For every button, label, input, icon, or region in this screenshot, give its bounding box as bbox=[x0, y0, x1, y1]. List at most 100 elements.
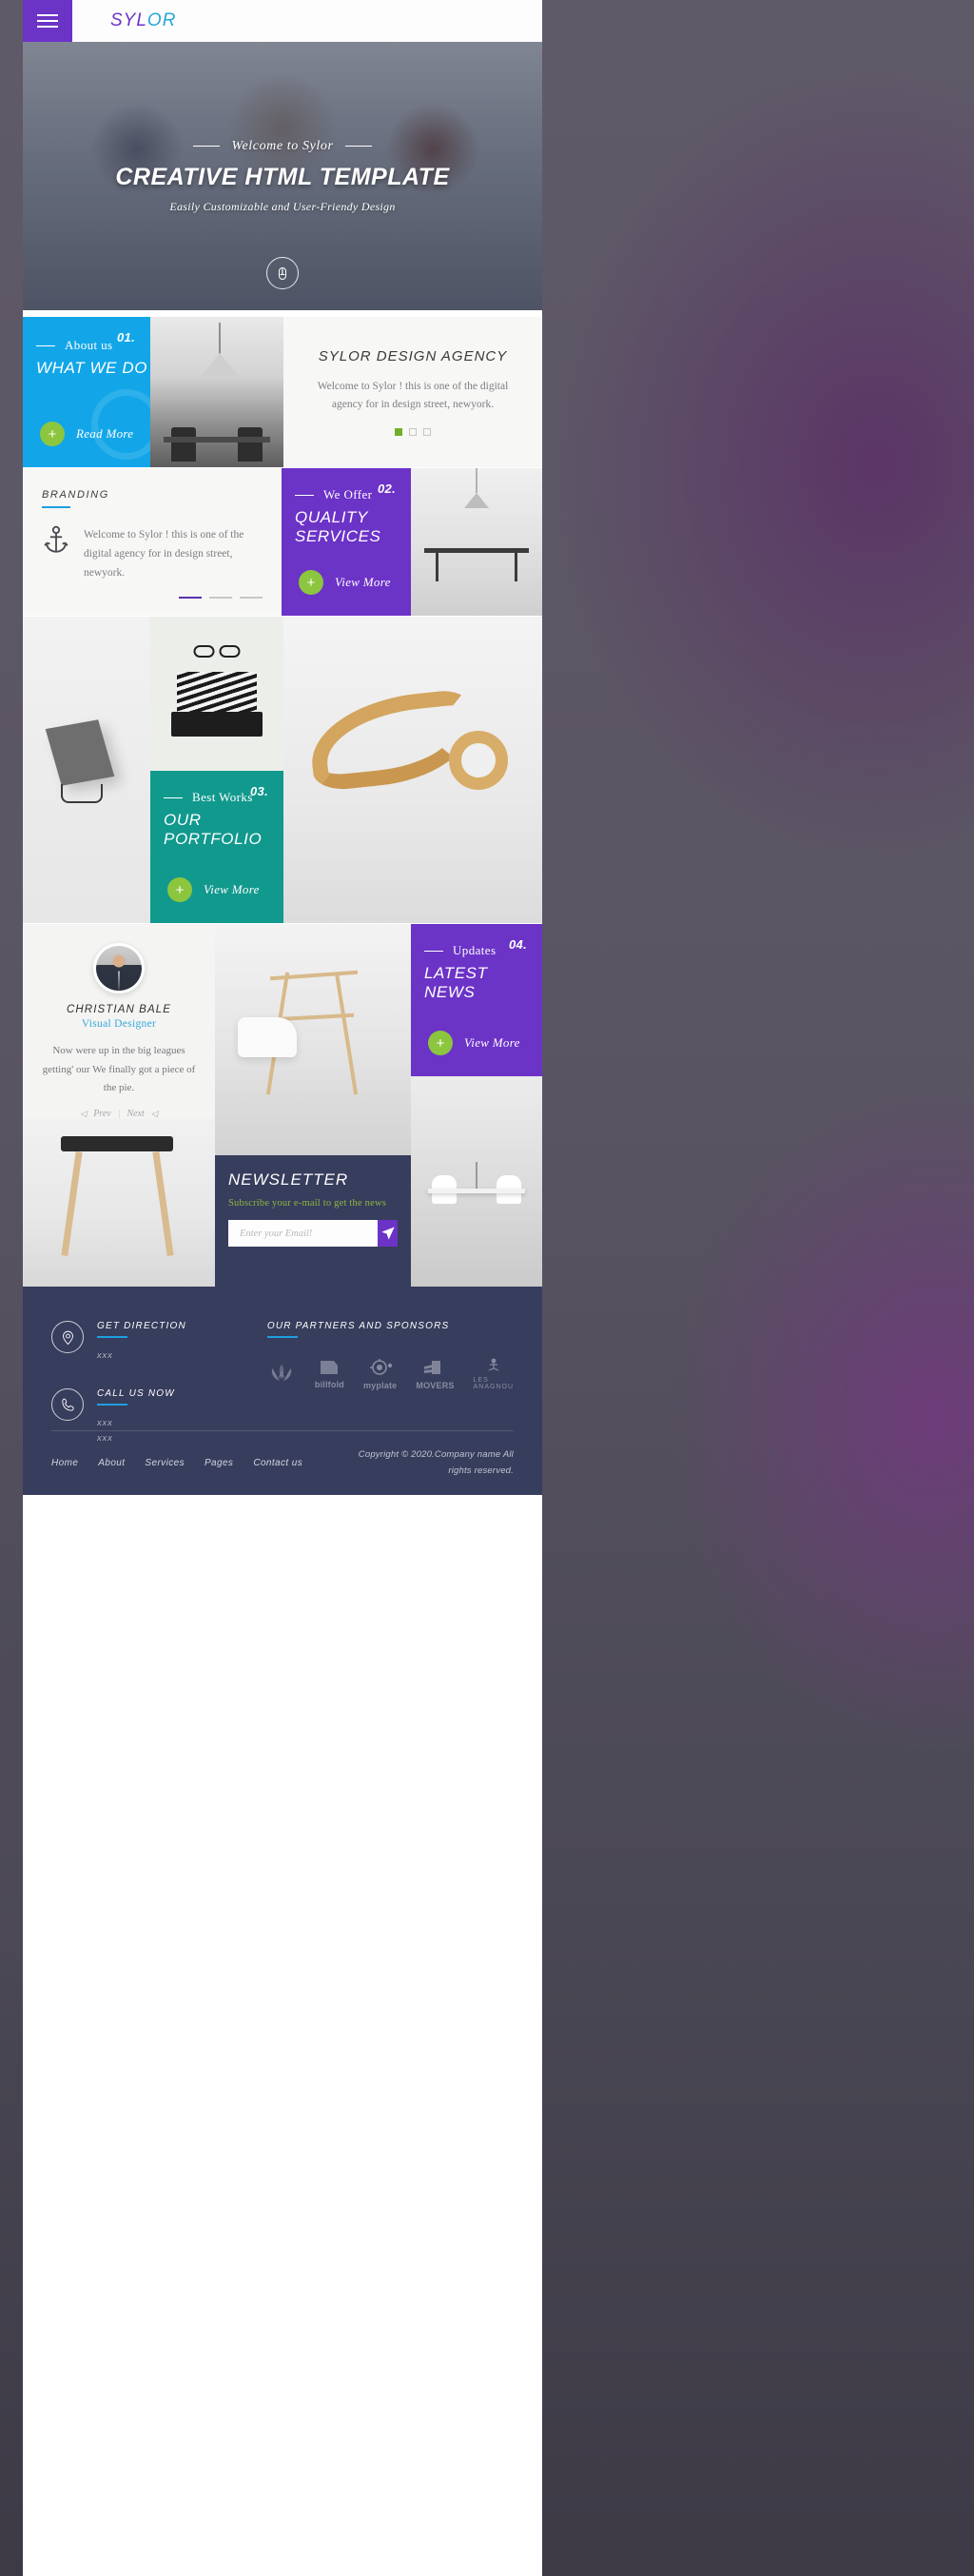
newsletter-section: NEWSLETTER Subscribe your e-mail to get … bbox=[215, 1155, 411, 1287]
get-direction-heading: GET DIRECTION bbox=[97, 1321, 186, 1331]
call-us-heading: CALL US NOW bbox=[97, 1388, 175, 1400]
get-direction-block: GET DIRECTION xxx bbox=[51, 1321, 233, 1364]
hero-subtitle: Easily Customizable and User-Friendy Des… bbox=[169, 199, 396, 213]
prev-arrow-icon[interactable]: ◁ bbox=[80, 1109, 87, 1119]
portfolio-category-label: Best Works bbox=[192, 790, 253, 804]
agency-intro-card: SYLOR DESIGN AGENCY Welcome to Sylor ! t… bbox=[283, 317, 542, 467]
phone-button[interactable] bbox=[51, 1388, 84, 1422]
portfolio-photo-2 bbox=[150, 617, 283, 771]
testimonial-card: CHRISTIAN BALE Visual Designer Now were … bbox=[23, 924, 215, 1119]
news-photo-2 bbox=[411, 1076, 542, 1287]
next-button[interactable]: Next bbox=[127, 1109, 144, 1119]
plus-icon: + bbox=[428, 1031, 453, 1055]
portfolio-title: OUR PORTFOLIO bbox=[164, 811, 263, 848]
branding-text: Welcome to Sylor ! this is one of the di… bbox=[84, 529, 244, 580]
get-direction-value: xxx bbox=[97, 1350, 113, 1361]
location-pin-icon bbox=[62, 1330, 73, 1345]
les-anagnou-label: LES ANAGNOU bbox=[473, 1377, 515, 1390]
news-view-more-button[interactable]: + View More bbox=[428, 1031, 520, 1055]
site-logo[interactable]: SYL OR bbox=[72, 0, 176, 42]
next-arrow-icon[interactable]: ◁ bbox=[151, 1109, 158, 1119]
about-category-label: About us bbox=[65, 338, 113, 352]
call-value-1: xxx bbox=[97, 1418, 113, 1429]
myplate-label: myplate bbox=[362, 1381, 398, 1390]
scroll-down-button[interactable] bbox=[266, 257, 299, 289]
mouse-scroll-icon bbox=[279, 266, 286, 280]
hero-kicker: Welcome to Sylor bbox=[193, 138, 372, 154]
heading-underline bbox=[97, 1336, 127, 1338]
footer-nav: Home About Services Pages Contact us bbox=[51, 1458, 302, 1468]
partner-logos: A billfold myplate MOVERS LES ANAGNOU bbox=[267, 1357, 514, 1390]
newsletter-submit-button[interactable] bbox=[378, 1220, 398, 1247]
carousel-dot-2[interactable] bbox=[409, 428, 417, 437]
logo-text-secondary: OR bbox=[146, 10, 177, 30]
chair-photo bbox=[23, 1119, 215, 1287]
testimonial-role: Visual Designer bbox=[81, 1018, 157, 1031]
hamburger-icon bbox=[37, 10, 58, 31]
site-footer: GET DIRECTION xxx CALL US NOW xxx xxx OU… bbox=[23, 1287, 542, 1495]
news-photo-1 bbox=[215, 924, 411, 1155]
testimonial-navigation: ◁ Prev | Next ◁ bbox=[80, 1109, 157, 1119]
agency-title: SYLOR DESIGN AGENCY bbox=[318, 347, 508, 364]
newsletter-subtitle: Subscribe your e-mail to get the news bbox=[228, 1198, 387, 1209]
paper-plane-icon bbox=[380, 1227, 395, 1240]
about-read-more-button[interactable]: + Read More bbox=[40, 422, 133, 446]
branding-underline bbox=[42, 506, 70, 508]
footer-link-services[interactable]: Services bbox=[145, 1458, 185, 1468]
prev-button[interactable]: Prev bbox=[93, 1109, 111, 1119]
carousel-dot-1[interactable] bbox=[395, 428, 402, 437]
services-interior-photo bbox=[411, 468, 542, 616]
slider-bar-1[interactable] bbox=[179, 597, 202, 599]
about-card: About us WHAT WE DO 01. + Read More bbox=[23, 317, 150, 467]
portfolio-view-more-button[interactable]: + View More bbox=[167, 877, 260, 902]
svg-text:A: A bbox=[279, 1370, 284, 1380]
carousel-dots[interactable] bbox=[395, 428, 431, 437]
heading-underline bbox=[97, 1404, 127, 1406]
newsletter-title: NEWSLETTER bbox=[228, 1170, 349, 1189]
news-category-label: Updates bbox=[453, 943, 497, 957]
billfold-label: billfold bbox=[314, 1380, 344, 1389]
site-header: SYL OR bbox=[23, 0, 542, 42]
footer-link-home[interactable]: Home bbox=[51, 1458, 78, 1468]
slider-bar-2[interactable] bbox=[209, 597, 232, 599]
nav-separator: | bbox=[117, 1109, 121, 1119]
portfolio-card: Best Works OUR PORTFOLIO 03. + View More bbox=[150, 771, 283, 923]
hero-kicker-text: Welcome to Sylor bbox=[231, 138, 334, 153]
myplate-logo: myplate bbox=[363, 1357, 397, 1390]
services-card: We Offer QUALITY SERVICES 02. + View Mor… bbox=[282, 468, 411, 616]
footer-link-contact[interactable]: Contact us bbox=[253, 1458, 302, 1468]
hero-title: CREATIVE HTML TEMPLATE bbox=[115, 163, 450, 190]
services-number: 02. bbox=[378, 482, 396, 496]
plus-icon: + bbox=[299, 570, 323, 595]
about-interior-photo bbox=[150, 317, 283, 467]
location-pin-button[interactable] bbox=[51, 1321, 84, 1353]
dash-left bbox=[193, 146, 221, 147]
news-number: 04. bbox=[509, 937, 527, 952]
header-spacer bbox=[176, 0, 542, 42]
footer-bottom-bar: Home About Services Pages Contact us Cop… bbox=[51, 1430, 514, 1495]
news-cta-label: View More bbox=[464, 1035, 520, 1050]
portfolio-photo-1 bbox=[23, 617, 150, 923]
branding-slider-bars[interactable] bbox=[179, 597, 263, 599]
branding-heading: BRANDING bbox=[42, 489, 109, 501]
anchor-icon bbox=[42, 525, 70, 582]
services-cta-label: View More bbox=[335, 575, 391, 589]
services-view-more-button[interactable]: + View More bbox=[299, 570, 391, 595]
menu-toggle-button[interactable] bbox=[23, 0, 72, 42]
slider-bar-3[interactable] bbox=[240, 597, 263, 599]
carousel-dot-3[interactable] bbox=[423, 428, 431, 437]
about-cta-label: Read More bbox=[76, 426, 134, 441]
movers-label: MOVERS bbox=[416, 1381, 455, 1390]
footer-link-about[interactable]: About bbox=[98, 1458, 125, 1468]
services-title: QUALITY SERVICES bbox=[295, 508, 381, 545]
avatar bbox=[93, 943, 145, 994]
copyright-text: Copyright © 2020.Company name All rights… bbox=[358, 1449, 514, 1476]
portfolio-cta-label: View More bbox=[204, 882, 260, 896]
heading-underline bbox=[266, 1336, 298, 1338]
email-input[interactable] bbox=[228, 1220, 378, 1247]
testimonial-quote: Now were up in the big leagues getting' … bbox=[42, 1045, 196, 1093]
services-category-label: We Offer bbox=[323, 487, 373, 501]
news-card: Updates LATEST NEWS 04. + View More bbox=[411, 924, 542, 1076]
footer-link-pages[interactable]: Pages bbox=[205, 1458, 233, 1468]
phone-icon bbox=[61, 1398, 74, 1411]
